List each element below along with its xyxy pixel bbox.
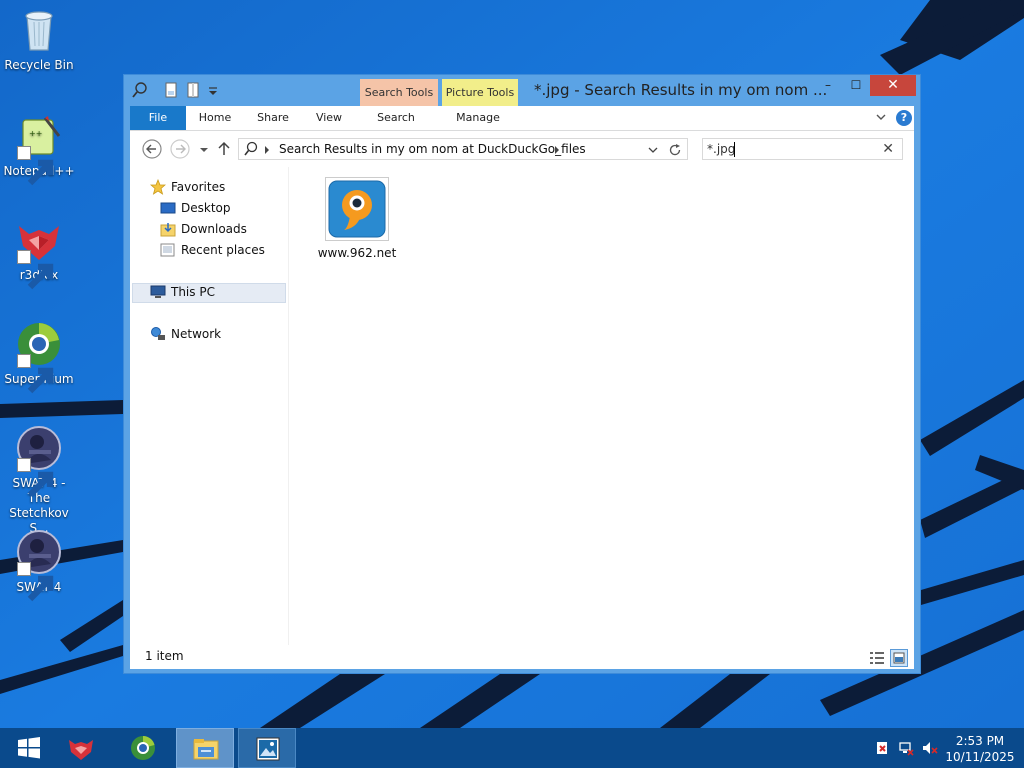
text-caret: [734, 142, 735, 157]
desktop-icon-notepad-plus-plus[interactable]: ++ Notepad++: [0, 112, 78, 186]
close-button[interactable]: ✕: [870, 75, 916, 96]
help-icon[interactable]: ?: [896, 110, 912, 126]
nav-item-label: Network: [171, 327, 222, 341]
forward-button[interactable]: [170, 139, 190, 159]
desktop-icon-swat4[interactable]: SWAT 4: [0, 528, 78, 602]
desktop-icon-swat4-stetchkov[interactable]: SWAT 4 - The Stetchkov S...: [0, 424, 78, 536]
taskbar-file-explorer[interactable]: [176, 728, 234, 768]
taskbar-r3dfox[interactable]: [52, 728, 110, 768]
chevron-down-icon[interactable]: [647, 144, 659, 156]
star-icon: [150, 179, 166, 195]
navigation-pane: Favorites Desktop Downloads Recent place…: [130, 167, 289, 645]
search-results-icon: [244, 141, 258, 156]
up-button[interactable]: [214, 139, 234, 159]
file-explorer-icon: [193, 739, 219, 760]
network-status-icon[interactable]: [898, 740, 914, 756]
properties-icon[interactable]: [162, 81, 180, 99]
search-input[interactable]: *.jpg ✕: [702, 138, 903, 160]
context-tab-search-tools: Search Tools: [360, 79, 438, 106]
search-input-value: *.jpg: [707, 142, 736, 156]
large-icons-view-icon[interactable]: [890, 649, 908, 667]
navigation-bar: Search Results in my om nom at DuckDuckG…: [130, 131, 914, 167]
shortcut-arrow-icon: [17, 354, 54, 394]
ribbon-tabs: File Home Share View Search Manage ?: [130, 106, 914, 131]
address-path[interactable]: Search Results in my om nom at DuckDuckG…: [279, 142, 586, 156]
r3dfox-icon: [15, 216, 63, 290]
customize-qat-icon[interactable]: [204, 81, 222, 99]
content-area: Favorites Desktop Downloads Recent place…: [130, 167, 914, 645]
nav-item-label: Favorites: [171, 180, 226, 194]
clock-time: 2:53 PM: [955, 734, 1005, 748]
chevron-right-icon[interactable]: [553, 145, 561, 155]
windows-logo-icon: [18, 737, 40, 759]
desktop-icon: [160, 202, 176, 214]
tab-manage[interactable]: Manage: [448, 106, 508, 130]
system-clock[interactable]: 2:53 PM 10/11/2025: [944, 733, 1016, 765]
nav-item-label: Downloads: [181, 222, 247, 236]
nav-item-label: Desktop: [181, 201, 231, 215]
svg-text:++: ++: [29, 129, 42, 138]
shortcut-arrow-icon: [17, 458, 54, 498]
item-count: 1 item: [145, 649, 184, 663]
desktop-icon-supermium[interactable]: Supermium: [0, 320, 78, 394]
back-button[interactable]: [142, 139, 162, 159]
taskbar: 2:53 PM 10/11/2025: [0, 728, 1024, 768]
desktop-icon-r3dfox[interactable]: r3dfox: [0, 216, 78, 290]
minimize-button[interactable]: –: [814, 75, 842, 96]
bubble-9-icon: [328, 180, 386, 238]
swat4-stetchkov-icon: [15, 424, 63, 498]
network-icon: [151, 327, 165, 340]
expand-ribbon-icon[interactable]: [874, 110, 888, 124]
photos-icon: [256, 737, 280, 761]
refresh-icon[interactable]: [667, 142, 683, 158]
shortcut-arrow-icon: [17, 146, 54, 186]
tab-share[interactable]: Share: [248, 106, 298, 130]
explorer-window: Search Tools Picture Tools *.jpg - Searc…: [123, 74, 921, 674]
tab-search[interactable]: Search: [368, 106, 424, 130]
maximize-button[interactable]: ☐: [842, 75, 870, 96]
address-bar[interactable]: Search Results in my om nom at DuckDuckG…: [238, 138, 688, 160]
status-bar: 1 item: [130, 645, 914, 669]
tab-view[interactable]: View: [304, 106, 354, 130]
clear-search-icon[interactable]: ✕: [882, 141, 894, 157]
action-center-icon[interactable]: [874, 740, 890, 756]
desktop-icon-label: Recycle Bin: [4, 58, 74, 72]
r3dfox-icon: [69, 740, 93, 760]
search-icon: [132, 82, 147, 98]
desktop-icon-recycle-bin[interactable]: Recycle Bin: [0, 6, 78, 73]
computer-icon: [150, 285, 166, 298]
taskbar-supermium[interactable]: [114, 728, 172, 768]
taskbar-photos[interactable]: [238, 728, 296, 768]
supermium-icon: [131, 736, 155, 760]
nav-item-label: This PC: [171, 285, 215, 299]
volume-muted-icon[interactable]: [922, 740, 938, 756]
file-item[interactable]: www.962.net: [312, 177, 402, 260]
title-bar[interactable]: Search Tools Picture Tools *.jpg - Searc…: [124, 75, 920, 106]
nav-item-label: Recent places: [181, 243, 265, 257]
file-thumbnail: [325, 177, 389, 241]
file-name: www.962.net: [317, 246, 397, 260]
clock-date: 10/11/2025: [945, 750, 1015, 764]
downloads-folder-icon: [160, 223, 176, 237]
window-title: *.jpg - Search Results in my om nom ...: [534, 81, 828, 99]
shortcut-arrow-icon: [17, 562, 54, 602]
shortcut-arrow-icon: [17, 250, 54, 290]
tab-home[interactable]: Home: [190, 106, 240, 130]
notepad-plus-plus-icon: ++: [15, 112, 63, 186]
new-folder-icon[interactable]: [184, 81, 202, 99]
start-button[interactable]: [0, 728, 58, 768]
swat4-icon: [15, 528, 63, 602]
context-tab-picture-tools: Picture Tools: [442, 79, 518, 106]
recent-places-icon: [160, 243, 175, 257]
tab-file[interactable]: File: [130, 106, 186, 130]
chevron-right-icon[interactable]: [263, 145, 271, 155]
supermium-icon: [15, 320, 63, 394]
details-view-icon[interactable]: [868, 649, 886, 667]
recent-locations-icon[interactable]: [194, 139, 214, 159]
recycle-bin-icon: [15, 6, 63, 54]
